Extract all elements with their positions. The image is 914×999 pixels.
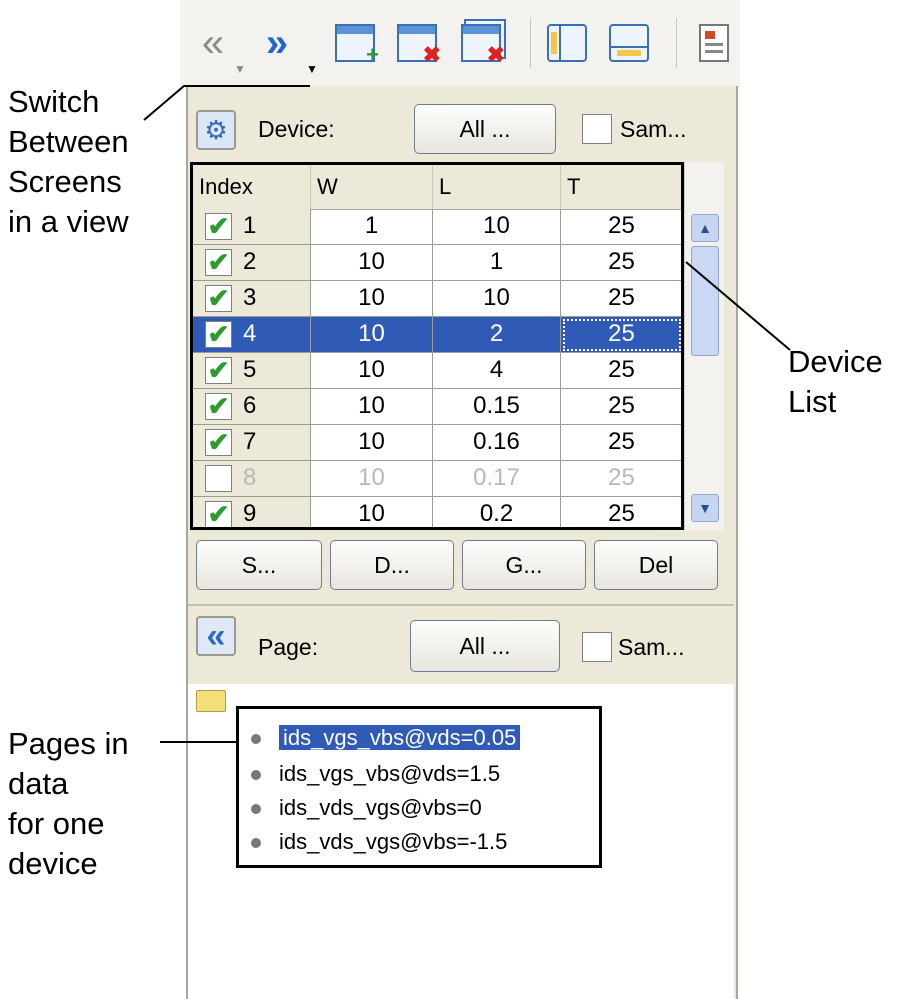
annotation-leader-lines — [143, 85, 791, 743]
leader-line-device-list — [685, 261, 791, 351]
leader-line-switch — [143, 85, 310, 121]
